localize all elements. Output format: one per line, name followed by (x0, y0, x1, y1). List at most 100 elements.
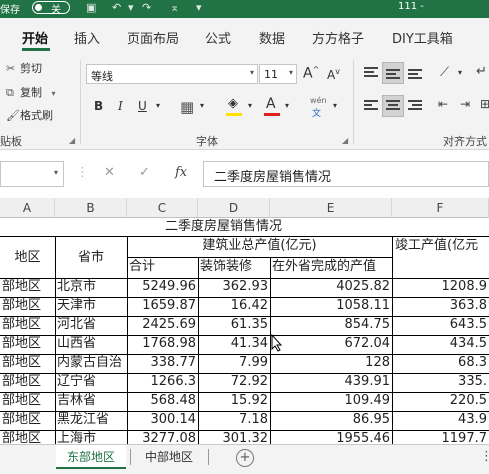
tab-data[interactable]: 数据 (259, 28, 285, 47)
redo-icon[interactable]: ↷ (142, 1, 151, 14)
copy-dropdown-icon[interactable]: ▾ (52, 89, 56, 98)
grow-font-button[interactable]: A^ (303, 65, 319, 82)
cell-region[interactable]: 部地区 (0, 373, 55, 392)
cell-region[interactable]: 部地区 (0, 316, 55, 335)
completed-output-header[interactable]: 竣工产值(亿元 (393, 237, 489, 257)
borders-dropdown-icon[interactable]: ▾ (200, 101, 204, 110)
cell-decoration[interactable]: 301.32 (198, 430, 270, 444)
cell-decoration[interactable]: 16.42 (198, 297, 270, 316)
save-icon[interactable]: ▣ (86, 1, 96, 14)
column-header-a[interactable]: A (0, 198, 55, 218)
cell-province[interactable]: 黑龙江省 (55, 411, 127, 430)
cell-completed[interactable]: 68.3 (392, 354, 489, 373)
cell-outside[interactable]: 672.04 (270, 335, 392, 354)
insert-function-icon[interactable]: fx (175, 165, 187, 180)
total-header[interactable]: 合计 (127, 258, 198, 278)
bold-button[interactable]: B (94, 99, 103, 113)
column-header-d[interactable]: D (198, 198, 270, 218)
sheet-options-icon[interactable]: ⋮ (480, 449, 489, 464)
align-right-icon[interactable] (408, 100, 422, 112)
copy-button[interactable]: ⧉ 复制 ▾ (6, 84, 56, 100)
phonetic-guide-icon[interactable]: wén (310, 96, 327, 105)
cell-completed[interactable]: 1208.9 (392, 278, 489, 297)
format-painter-button[interactable]: 🖌格式刷 (6, 107, 53, 123)
font-name-select[interactable]: 等线 ▾ (86, 64, 258, 84)
cell-province[interactable]: 辽宁省 (55, 373, 127, 392)
more-icon[interactable]: ▾ (196, 1, 202, 14)
cell-completed[interactable]: 220.5 (392, 392, 489, 411)
formula-bar-grip-icon[interactable]: ⋮ (76, 165, 89, 180)
cell-outside[interactable]: 854.75 (270, 316, 392, 335)
font-dialog-launcher-icon[interactable]: ◢ (342, 136, 348, 145)
cell-completed[interactable]: 434.5 (392, 335, 489, 354)
cell-decoration[interactable]: 7.99 (198, 354, 270, 373)
decrease-indent-icon[interactable]: ⇤ (438, 97, 448, 111)
cell-province[interactable]: 吉林省 (55, 392, 127, 411)
cell-province[interactable]: 上海市 (55, 430, 127, 444)
underline-button[interactable]: U (138, 99, 147, 113)
name-box[interactable]: ▾ (0, 161, 64, 187)
cell-region[interactable]: 部地区 (0, 392, 55, 411)
cell-total[interactable]: 300.14 (127, 411, 198, 430)
cell-outside[interactable]: 1955.46 (270, 430, 392, 444)
outside-output-header[interactable]: 在外省完成的产值 (270, 258, 392, 278)
cell-total[interactable]: 1266.3 (127, 373, 198, 392)
cell-decoration[interactable]: 362.93 (198, 278, 270, 297)
cell-outside[interactable]: 1058.11 (270, 297, 392, 316)
cell-total[interactable]: 1768.98 (127, 335, 198, 354)
cell-region[interactable]: 部地区 (0, 411, 55, 430)
borders-icon[interactable]: ▦ (180, 98, 194, 116)
autosave-toggle[interactable]: 关 (32, 1, 70, 16)
phonetic-dropdown-icon[interactable]: ▾ (333, 101, 337, 110)
cell-province[interactable]: 河北省 (55, 316, 127, 335)
table-title[interactable]: 二季度房屋销售情况 (55, 218, 392, 236)
cell-total[interactable]: 2425.69 (127, 316, 198, 335)
province-header[interactable]: 省市 (55, 236, 127, 280)
tab-page-layout[interactable]: 页面布局 (127, 28, 179, 47)
cancel-icon[interactable]: ✕ (104, 165, 115, 180)
align-top-icon[interactable] (364, 67, 378, 79)
customize-icon[interactable]: ⌅ (170, 1, 179, 14)
cell-outside[interactable]: 4025.82 (270, 278, 392, 297)
cell-outside[interactable]: 439.91 (270, 373, 392, 392)
cell-total[interactable]: 3277.08 (127, 430, 198, 444)
cell-region[interactable]: 部地区 (0, 278, 55, 297)
cell-outside[interactable]: 109.49 (270, 392, 392, 411)
enter-icon[interactable]: ✓ (139, 165, 150, 180)
cell-decoration[interactable]: 41.34 (198, 335, 270, 354)
cell-decoration[interactable]: 61.35 (198, 316, 270, 335)
cell-province[interactable]: 内蒙古自治 (55, 354, 127, 373)
cell-completed[interactable]: 1197.7 (392, 430, 489, 444)
font-size-select[interactable]: 11 ▾ (259, 64, 297, 84)
tab-insert[interactable]: 插入 (74, 28, 100, 47)
cell-decoration[interactable]: 15.92 (198, 392, 270, 411)
cell-region[interactable]: 部地区 (0, 430, 55, 444)
fill-color-icon[interactable]: ◈ (228, 96, 238, 111)
cell-region[interactable]: 部地区 (0, 335, 55, 354)
fill-dropdown-icon[interactable]: ▾ (248, 101, 252, 110)
region-header[interactable]: 地区 (0, 236, 55, 280)
orientation-icon[interactable]: ⟋ (440, 65, 449, 80)
cell-total[interactable]: 1659.87 (127, 297, 198, 316)
column-header-f[interactable]: F (392, 198, 489, 218)
formula-input[interactable]: 二季度房屋销售情况 (203, 161, 489, 187)
cell-outside[interactable]: 128 (270, 354, 392, 373)
cell-total[interactable]: 338.77 (127, 354, 198, 373)
font-color-button[interactable]: A (266, 96, 276, 112)
tab-home[interactable]: 开始 (22, 28, 48, 47)
column-header-c[interactable]: C (127, 198, 198, 218)
align-left-icon[interactable] (364, 100, 378, 112)
column-header-b[interactable]: B (55, 198, 127, 218)
column-header-e[interactable]: E (270, 198, 392, 218)
tab-fangfang[interactable]: 方方格子 (312, 28, 364, 47)
cut-button[interactable]: ✂ 剪切 (6, 60, 42, 76)
cell-total[interactable]: 5249.96 (127, 278, 198, 297)
cell-outside[interactable]: 86.95 (270, 411, 392, 430)
tab-diy-toolbox[interactable]: DIY工具箱 (392, 28, 453, 47)
shrink-font-button[interactable]: Av (327, 67, 340, 82)
cell-completed[interactable]: 43.9 (392, 411, 489, 430)
undo-icon[interactable]: ↶ (112, 1, 121, 14)
wrap-text-icon[interactable]: ↵ (476, 64, 487, 79)
construction-output-header[interactable]: 建筑业总产值(亿元) (127, 237, 392, 257)
merge-center-icon[interactable]: ⊞ (480, 97, 489, 111)
